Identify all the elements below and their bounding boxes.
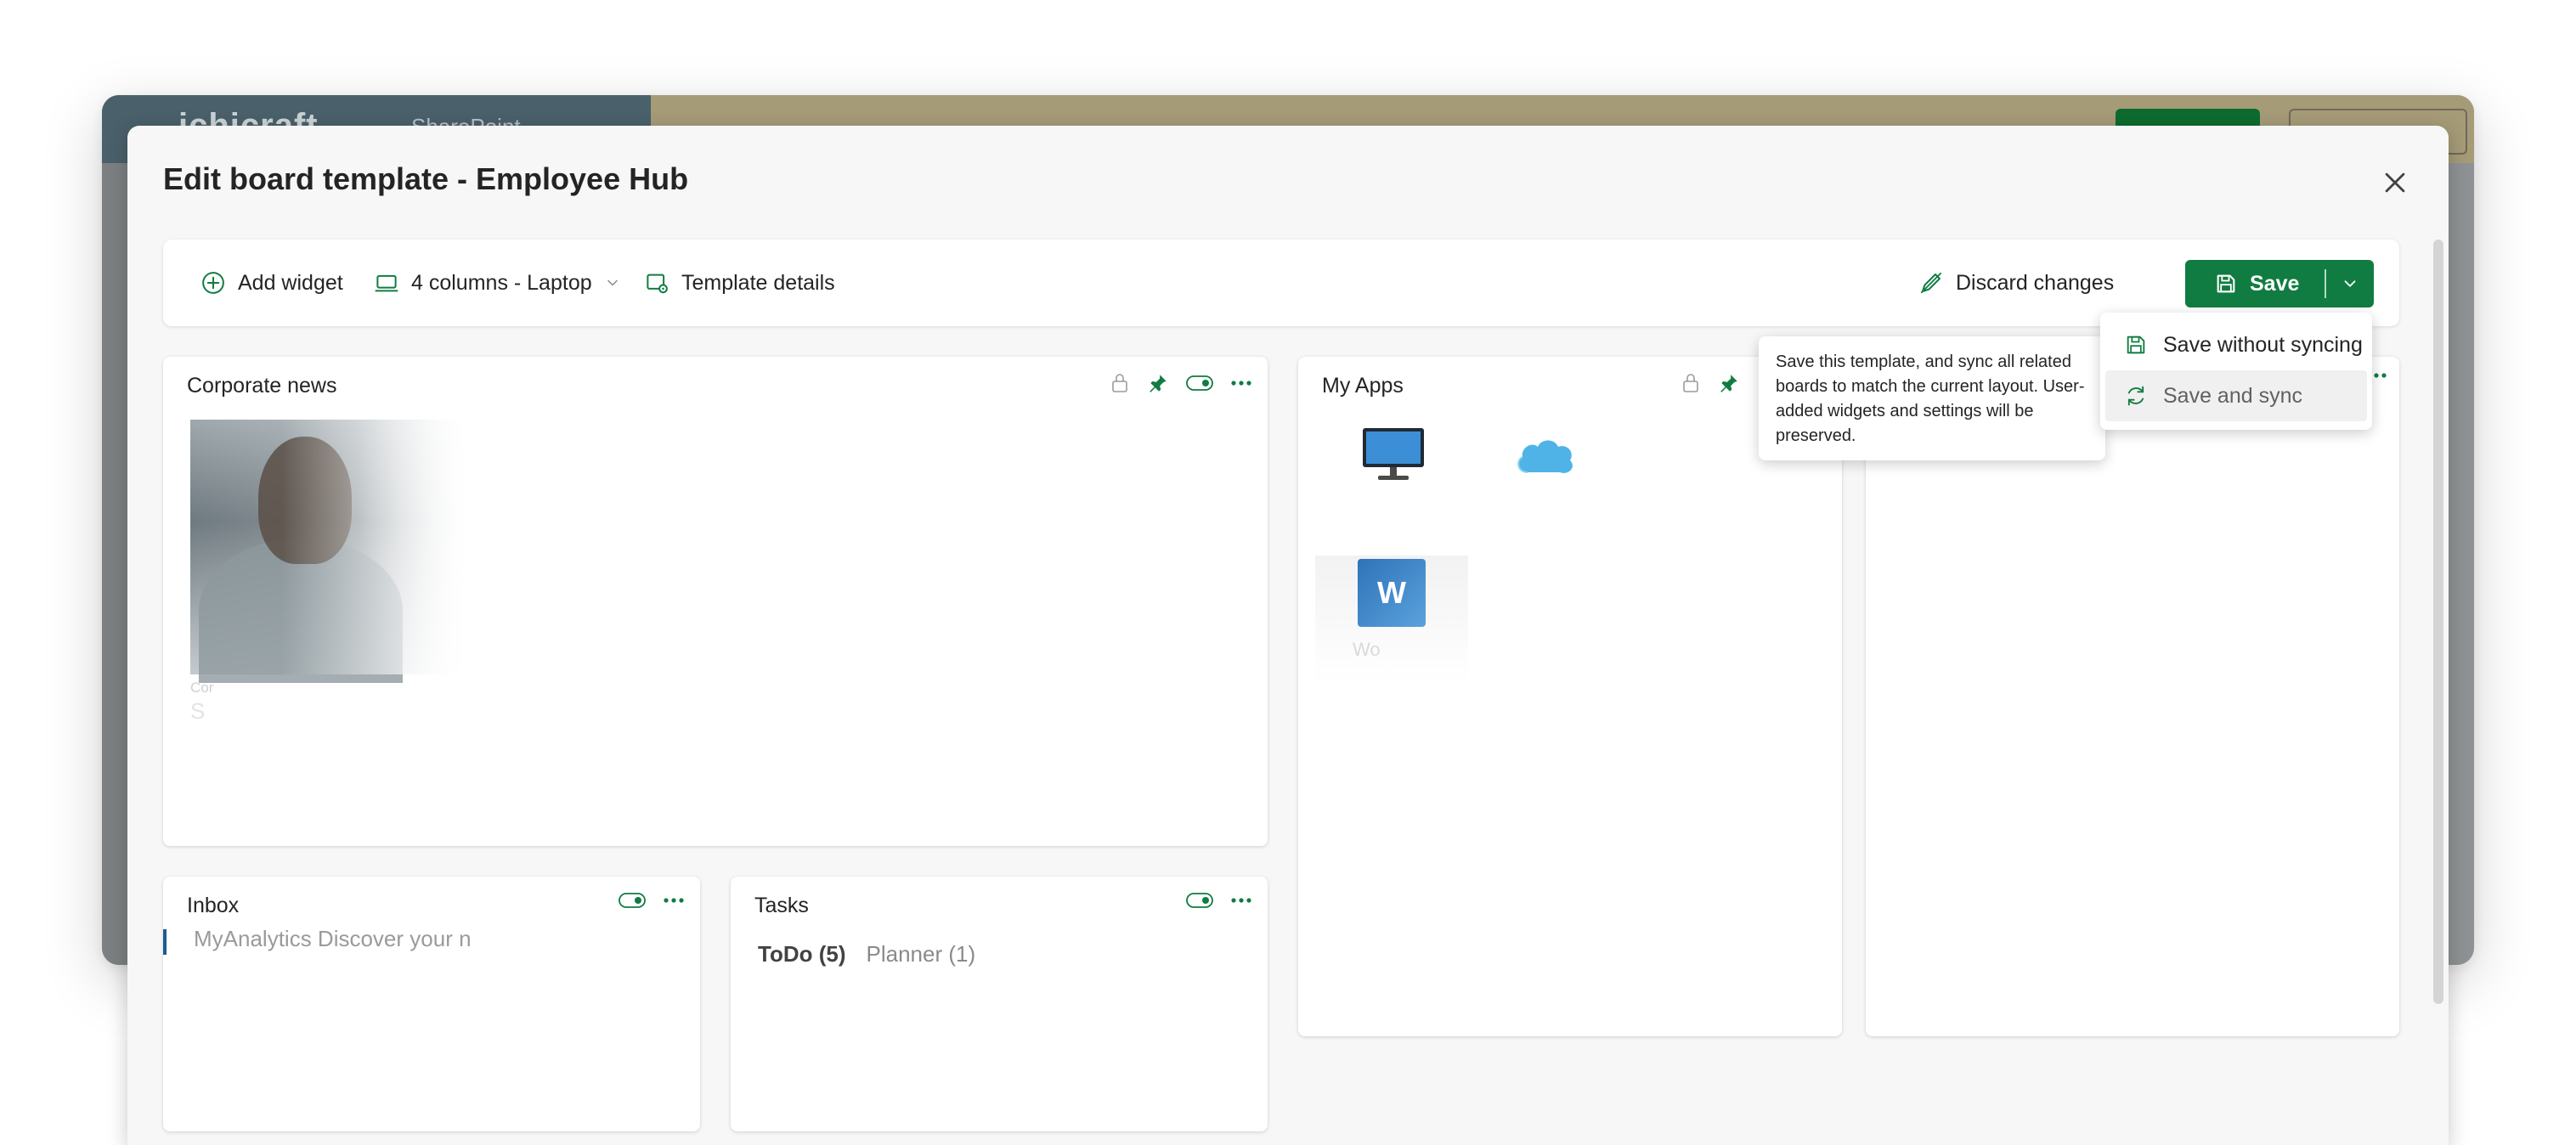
inbox-widget[interactable]: Inbox MyAnalytics Discover your n: [163, 877, 700, 1131]
add-circle-icon: [202, 272, 224, 294]
save-and-sync-item[interactable]: Save and sync: [2105, 370, 2367, 421]
close-icon[interactable]: [2381, 168, 2409, 197]
add-widget-button[interactable]: Add widget: [201, 240, 343, 326]
news-article-image[interactable]: [190, 420, 496, 683]
edit-template-dialog: Edit board template - Employee Hub Add w…: [127, 126, 2449, 1145]
save-options-menu: Save without syncing Save and sync: [2100, 313, 2372, 430]
template-settings-icon: [647, 274, 668, 294]
widget-title: Corporate news: [187, 374, 337, 398]
sync-icon: [2127, 386, 2144, 406]
tasks-widget[interactable]: Tasks ToDo (5) Planner (1): [731, 877, 1268, 1131]
laptop-icon: [375, 274, 398, 292]
lock-icon[interactable]: [1681, 372, 1701, 394]
image-fade-overlay: [190, 420, 496, 674]
dialog-scrollbar[interactable]: [2433, 240, 2443, 1004]
lock-icon[interactable]: [1110, 372, 1130, 394]
toggle-icon[interactable]: [1186, 892, 1213, 909]
widget-actions: [619, 892, 685, 909]
chevron-down-icon: [607, 279, 618, 286]
tab-planner[interactable]: Planner (1): [867, 941, 976, 967]
template-toolbar: Add widget 4 columns - Laptop Template d…: [163, 240, 2399, 326]
save-split-button: Save: [2185, 260, 2374, 307]
template-details-label: Template details: [681, 270, 835, 295]
corporate-news-widget[interactable]: Corporate news Cor S: [163, 357, 1268, 846]
news-category: Cor: [190, 680, 214, 696]
dialog-title: Edit board template - Employee Hub: [163, 161, 689, 196]
layout-label: 4 columns - Laptop: [411, 270, 592, 295]
save-options-toggle[interactable]: [2326, 260, 2374, 307]
unread-indicator: [163, 929, 167, 955]
discard-changes-label: Discard changes: [1956, 270, 2115, 295]
email-preview[interactable]: MyAnalytics Discover your n: [194, 926, 472, 952]
save-icon: [2217, 274, 2235, 293]
discard-pen-icon: [1920, 272, 1942, 294]
chevron-down-icon: [2344, 280, 2356, 287]
app-label: Wo: [1353, 639, 1381, 660]
toggle-icon[interactable]: [619, 892, 646, 909]
layout-selector[interactable]: 4 columns - Laptop: [374, 240, 621, 326]
pin-icon[interactable]: [1147, 372, 1169, 394]
widget-actions: [1110, 372, 1252, 394]
toggle-icon[interactable]: [1186, 375, 1213, 392]
tasks-tabs: ToDo (5) Planner (1): [758, 941, 975, 967]
workday-w-icon: W: [1358, 559, 1426, 627]
save-label: Save: [2250, 271, 2300, 296]
salesforce-cloud-icon[interactable]: [1512, 433, 1577, 477]
news-headline[interactable]: S: [190, 698, 205, 725]
more-options-icon[interactable]: [1230, 380, 1252, 386]
pin-icon[interactable]: [1718, 372, 1740, 394]
widget-title: Tasks: [754, 894, 809, 917]
widget-title: My Apps: [1322, 374, 1404, 398]
widget-actions: [1186, 892, 1252, 909]
discard-changes-button[interactable]: Discard changes: [1918, 240, 2114, 326]
save-without-syncing-item[interactable]: Save without syncing: [2105, 319, 2367, 370]
add-widget-label: Add widget: [238, 270, 343, 295]
more-options-icon[interactable]: [1230, 897, 1252, 904]
more-options-icon[interactable]: [663, 897, 685, 904]
tab-todo[interactable]: ToDo (5): [758, 941, 846, 967]
save-icon: [2127, 336, 2145, 354]
widget-actions: [1681, 372, 1740, 394]
widget-title: Inbox: [187, 894, 240, 917]
app-left-rail: [102, 163, 127, 965]
menu-item-label: Save and sync: [2163, 383, 2302, 408]
menu-item-label: Save without syncing: [2163, 332, 2363, 357]
save-button[interactable]: Save: [2185, 260, 2325, 307]
desktop-app-icon[interactable]: [1359, 426, 1427, 482]
template-details-button[interactable]: Template details: [644, 240, 835, 326]
save-and-sync-tooltip: Save this template, and sync all related…: [1759, 336, 2105, 460]
